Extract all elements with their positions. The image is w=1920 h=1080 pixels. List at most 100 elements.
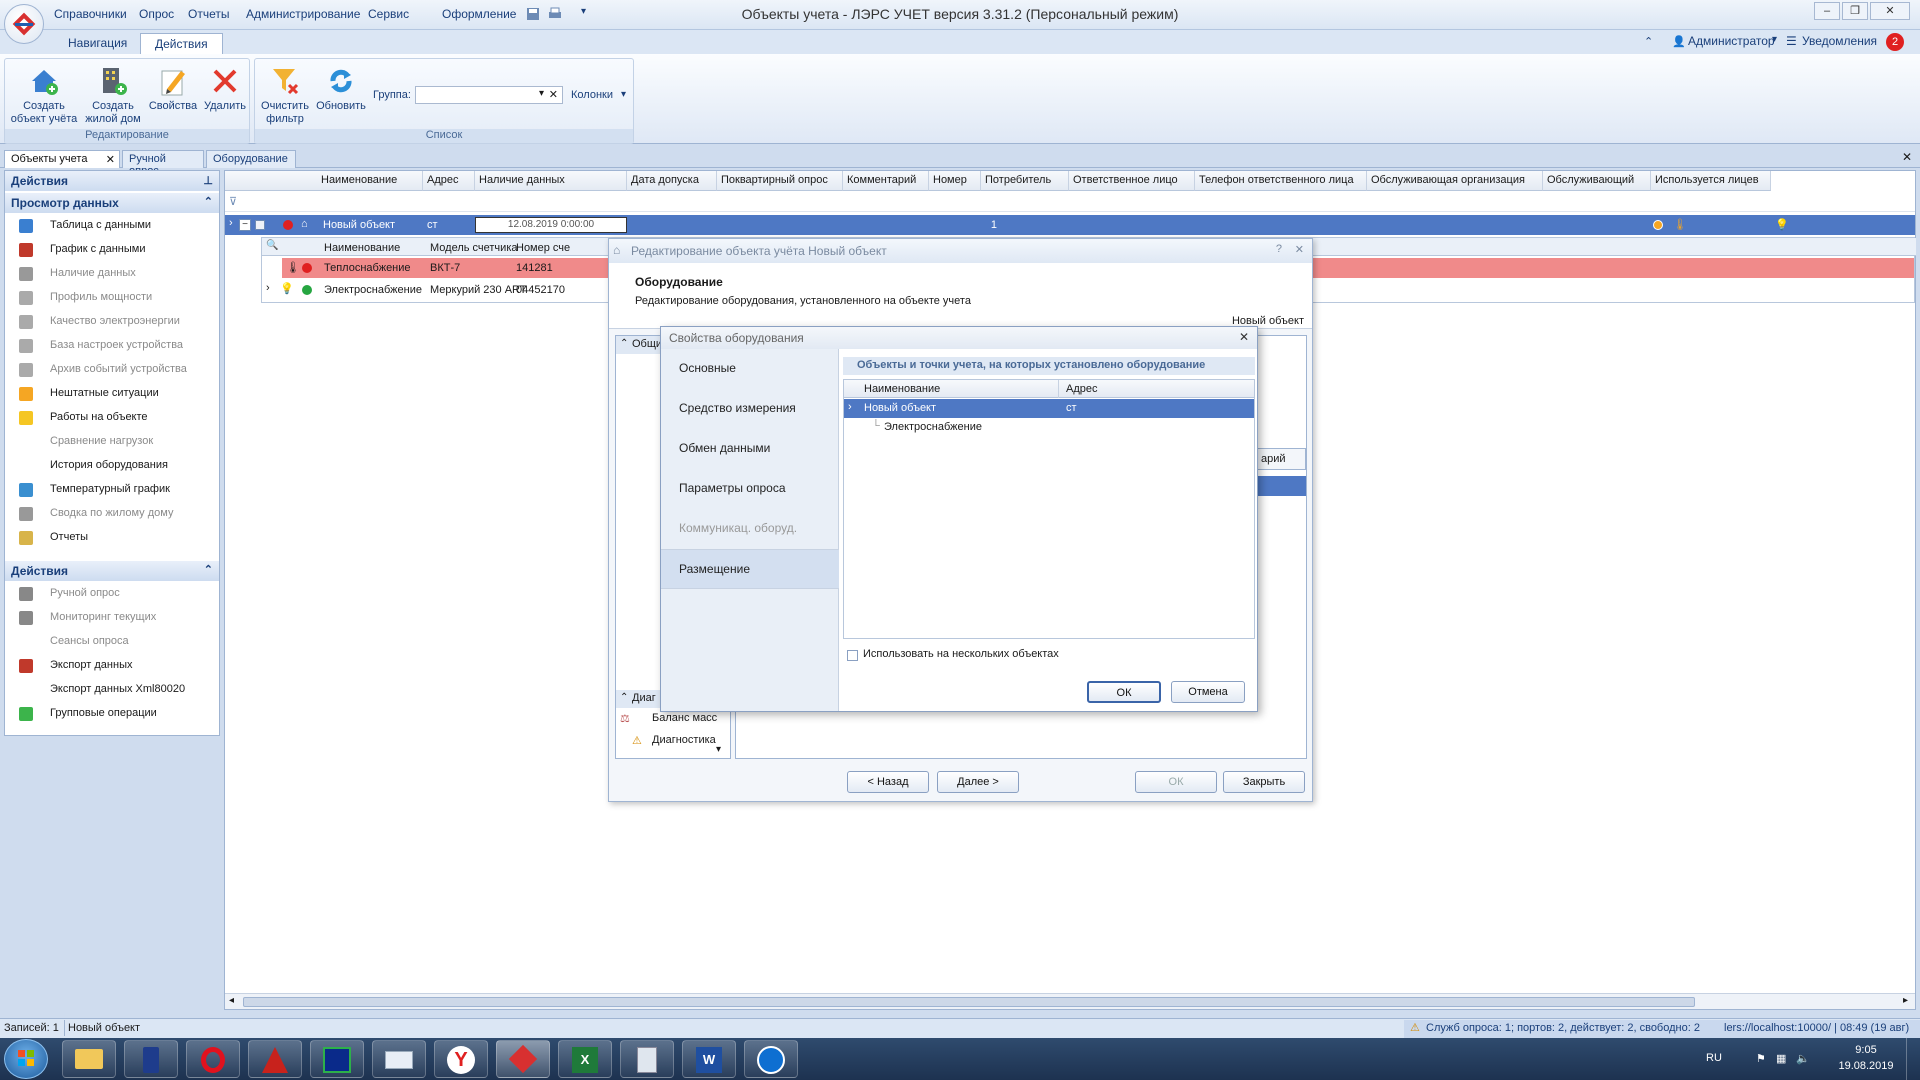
action-item-1[interactable]: Мониторинг текущих: [5, 607, 219, 629]
placement-col-address[interactable]: Адрес: [1062, 380, 1102, 398]
taskbar-document[interactable]: [124, 1040, 178, 1078]
grid-col-header[interactable]: Ответственное лицо: [1069, 171, 1195, 191]
properties-nav-item-5[interactable]: Размещение: [661, 549, 839, 589]
collapse-view-icon[interactable]: ⌃: [204, 195, 213, 208]
view-item-4[interactable]: Качество электроэнергии: [5, 311, 219, 333]
back-button[interactable]: < Назад: [847, 771, 929, 793]
view-item-13[interactable]: Отчеты: [5, 527, 219, 549]
group-dropdown-icon[interactable]: ▾: [539, 88, 544, 99]
close-dialog-icon[interactable]: ✕: [1295, 243, 1304, 256]
show-desktop-button[interactable]: [1906, 1038, 1920, 1080]
view-item-2[interactable]: Наличие данных: [5, 263, 219, 285]
grid-col-header[interactable]: Комментарий: [843, 171, 929, 191]
properties-dialog-titlebar[interactable]: Свойства оборудования ✕: [661, 327, 1257, 349]
sub-col-name[interactable]: Наименование: [320, 239, 404, 257]
grid-col-header[interactable]: Наличие данных: [475, 171, 627, 191]
grid-col-header[interactable]: Используется лицев: [1651, 171, 1771, 191]
table-row-main[interactable]: › − ⌂ Новый объект ст 12.08.2019 0:00:00…: [225, 215, 1915, 235]
properties-nav-item-4[interactable]: Коммуникац. оборуд.: [661, 509, 839, 549]
taskbar-excel[interactable]: X: [558, 1040, 612, 1078]
properties-nav-item-0[interactable]: Основные: [661, 349, 839, 389]
view-item-6[interactable]: Архив событий устройства: [5, 359, 219, 381]
scrollbar-thumb[interactable]: [243, 997, 1695, 1007]
clear-filter-button[interactable]: Очистить фильтр: [257, 65, 313, 126]
row-data-date[interactable]: 12.08.2019 0:00:00: [475, 217, 627, 233]
taskbar-mail[interactable]: [372, 1040, 426, 1078]
grid-col-header[interactable]: Потребитель: [981, 171, 1069, 191]
placement-col-name[interactable]: Наименование: [860, 380, 944, 398]
view-item-5[interactable]: База настроек устройства: [5, 335, 219, 357]
properties-nav-item-2[interactable]: Обмен данными: [661, 429, 839, 469]
edit-ok-button[interactable]: ОК: [1135, 771, 1217, 793]
doc-tab-objects[interactable]: Объекты учета ✕: [4, 150, 120, 168]
group-select[interactable]: ▾ ✕: [415, 86, 563, 104]
service-status[interactable]: ⚠ Служб опроса: 1; портов: 2, действует:…: [1404, 1020, 1920, 1038]
volume-icon[interactable]: 🔈: [1796, 1052, 1810, 1065]
sub-filter-icon[interactable]: 🔍: [266, 240, 278, 251]
tree-scroll-down-icon[interactable]: ▾: [716, 744, 721, 755]
sub-col-model[interactable]: Модель счетчика: [426, 239, 521, 257]
scroll-left-icon[interactable]: ◂: [229, 995, 234, 1006]
edit-dialog-titlebar[interactable]: ⌂ Редактирование объекта учёта Новый объ…: [609, 239, 1312, 263]
taskbar-calculator[interactable]: [620, 1040, 674, 1078]
sub-col-number[interactable]: Номер сче: [512, 239, 574, 257]
placement-row-object[interactable]: › Новый объект ст: [844, 399, 1254, 418]
view-item-7[interactable]: Нештатные ситуации: [5, 383, 219, 405]
grid-col-header[interactable]: Обслуживающий: [1543, 171, 1651, 191]
refresh-button[interactable]: Обновить: [313, 65, 369, 113]
expand-row-icon[interactable]: ›: [848, 401, 852, 413]
group-clear-icon[interactable]: ✕: [549, 88, 558, 101]
properties-nav-item-3[interactable]: Параметры опроса: [661, 469, 839, 509]
start-button[interactable]: [4, 1039, 48, 1079]
grid-col-header[interactable]: Поквартирный опрос: [717, 171, 843, 191]
doc-tab-manual-poll[interactable]: Ручной опрос: [122, 150, 204, 177]
horizontal-scrollbar[interactable]: ◂ ▸: [225, 993, 1915, 1009]
filter-icon[interactable]: ⊽: [229, 195, 237, 208]
close-dialog-icon[interactable]: ✕: [1239, 330, 1249, 344]
maximize-button[interactable]: ❐: [1842, 2, 1868, 20]
grid-col-header[interactable]: Обслуживающая организация: [1367, 171, 1543, 191]
language-indicator[interactable]: RU: [1706, 1052, 1722, 1064]
app-logo[interactable]: [4, 4, 44, 44]
taskbar-opera[interactable]: [186, 1040, 240, 1078]
view-item-11[interactable]: Температурный график: [5, 479, 219, 501]
tree-item-diagnostics[interactable]: Диагностика: [652, 734, 716, 746]
properties-nav-item-1[interactable]: Средство измерения: [661, 389, 839, 429]
actions-header[interactable]: Действия ⌃: [5, 561, 219, 581]
collapse-icon[interactable]: ⌃: [620, 692, 628, 703]
tab-actions[interactable]: Действия: [140, 33, 223, 54]
columns-button[interactable]: Колонки: [571, 89, 613, 101]
taskbar-yandex[interactable]: Y: [434, 1040, 488, 1078]
taskbar-far[interactable]: [310, 1040, 364, 1078]
action-item-0[interactable]: Ручной опрос: [5, 583, 219, 605]
collapse-ribbon-icon[interactable]: ⌃: [1644, 35, 1653, 48]
network-icon[interactable]: ▦: [1776, 1052, 1786, 1065]
taskbar-word[interactable]: W: [682, 1040, 736, 1078]
expand-row-icon[interactable]: ›: [266, 282, 270, 294]
multi-object-checkbox[interactable]: [847, 650, 858, 661]
delete-button[interactable]: Удалить: [201, 65, 249, 113]
action-item-2[interactable]: Сеансы опроса: [5, 631, 219, 653]
create-house-button[interactable]: Создать жилой дом: [81, 65, 145, 126]
grid-col-header[interactable]: Наименование: [317, 171, 423, 191]
admin-menu[interactable]: Администратор: [1688, 34, 1775, 48]
view-item-0[interactable]: Таблица с данными: [5, 215, 219, 237]
action-item-4[interactable]: Экспорт данных Xml80020: [5, 679, 219, 701]
view-item-3[interactable]: Профиль мощности: [5, 287, 219, 309]
multi-object-checkbox-row[interactable]: Использовать на нескольких объектах: [843, 645, 1255, 665]
next-button[interactable]: Далее >: [937, 771, 1019, 793]
taskbar-teamviewer[interactable]: [744, 1040, 798, 1078]
collapse-actions-icon[interactable]: ⌃: [204, 563, 213, 576]
view-item-8[interactable]: Работы на объекте: [5, 407, 219, 429]
taskbar-acrobat[interactable]: [248, 1040, 302, 1078]
view-data-header[interactable]: Просмотр данных ⌃: [5, 193, 219, 213]
action-item-3[interactable]: Экспорт данных: [5, 655, 219, 677]
grid-col-header[interactable]: Телефон ответственного лица: [1195, 171, 1367, 191]
edit-close-button[interactable]: Закрыть: [1223, 771, 1305, 793]
view-item-9[interactable]: Сравнение нагрузок: [5, 431, 219, 453]
close-all-tabs-icon[interactable]: ✕: [1902, 150, 1912, 164]
tab-navigation[interactable]: Навигация: [54, 33, 141, 54]
view-item-1[interactable]: График с данными: [5, 239, 219, 261]
properties-button[interactable]: Свойства: [147, 65, 199, 113]
clock-time[interactable]: 9:05: [1836, 1044, 1896, 1056]
